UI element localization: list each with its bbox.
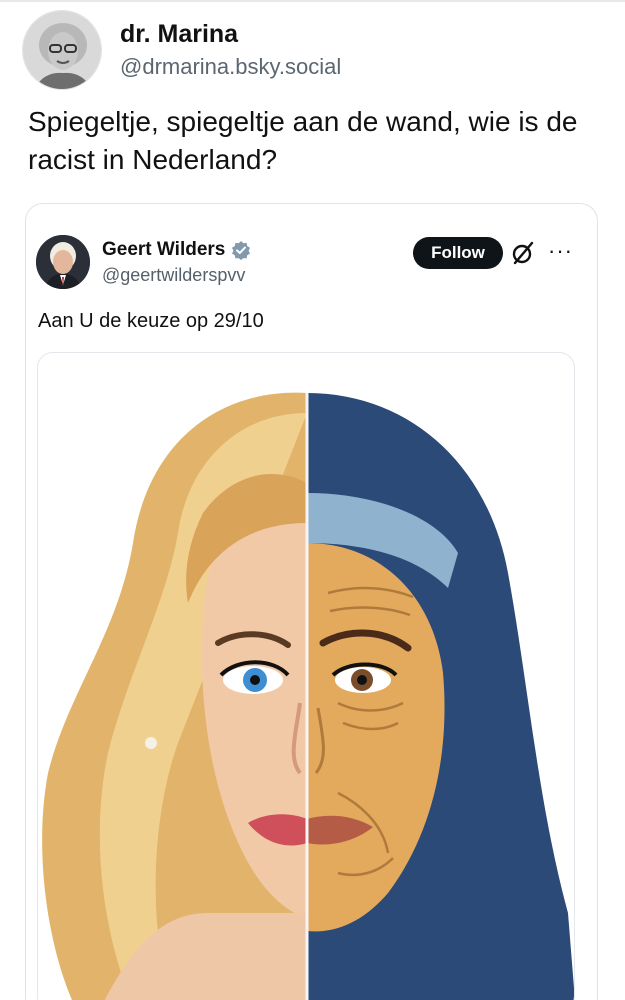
quoted-post-header: Geert Wilders @geertwilderspvv: [36, 235, 251, 289]
media-image[interactable]: [37, 352, 575, 1000]
split-face-illustration: [38, 353, 574, 1000]
post-text: Spiegeltje, spiegeltje aan de wand, wie …: [28, 106, 578, 175]
quoted-author-handle[interactable]: @geertwilderspvv: [102, 265, 251, 286]
top-divider: [0, 0, 625, 2]
post-header: dr. Marina @drmarina.bsky.social: [22, 10, 341, 90]
author-name[interactable]: dr. Marina: [120, 18, 341, 50]
author-handle[interactable]: @drmarina.bsky.social: [120, 52, 341, 82]
grok-icon[interactable]: [510, 240, 536, 266]
avatar[interactable]: [22, 10, 102, 90]
quoted-author-name[interactable]: Geert Wilders: [102, 239, 225, 261]
more-options-icon[interactable]: ···: [548, 238, 573, 264]
follow-button[interactable]: Follow: [413, 237, 503, 269]
verified-badge-icon: [231, 240, 251, 260]
quoted-avatar[interactable]: [36, 235, 90, 289]
quoted-post-card[interactable]: Geert Wilders @geertwilderspvv Follow ··…: [25, 203, 598, 1000]
quoted-post-text: Aan U de keuze op 29/10: [38, 310, 264, 332]
